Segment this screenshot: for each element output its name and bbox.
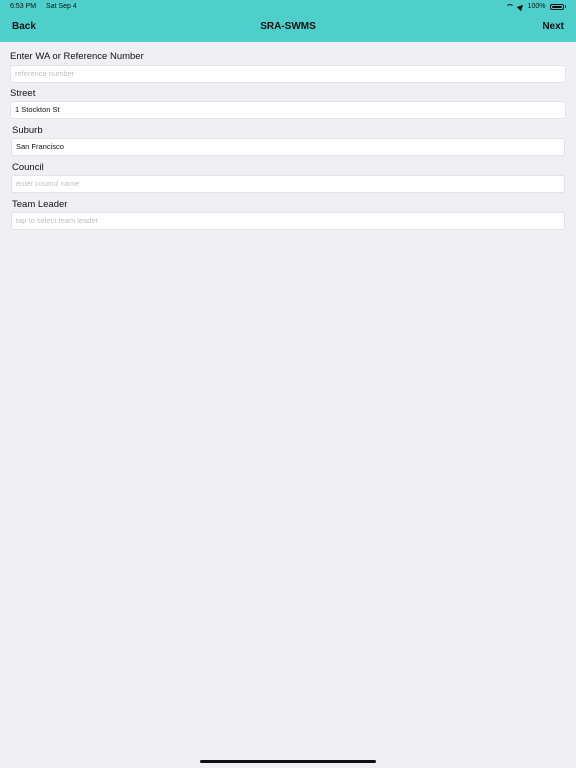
home-indicator[interactable] <box>200 760 376 763</box>
page-title: SRA-SWMS <box>260 21 316 32</box>
battery-percent: 100% <box>527 3 546 10</box>
reference-label: Enter WA or Reference Number <box>10 51 144 62</box>
suburb-input[interactable]: San Francisco <box>11 138 565 156</box>
council-input[interactable]: enter council name <box>11 175 565 193</box>
street-label: Street <box>10 88 36 99</box>
status-time: 6:53 PM <box>10 3 37 10</box>
council-label: Council <box>12 162 44 173</box>
battery-icon <box>549 3 564 10</box>
battery-tip-icon <box>564 5 566 8</box>
wifi-icon <box>505 3 514 10</box>
next-button[interactable]: Next <box>542 21 564 32</box>
status-bar: 6:53 PM Sat Sep 4 100% <box>0 0 576 14</box>
team-leader-picker[interactable]: tap to select team leader <box>11 212 565 230</box>
team-leader-label: Team Leader <box>12 199 68 210</box>
suburb-label: Suburb <box>12 125 43 136</box>
reference-number-input[interactable]: reference number <box>10 65 566 83</box>
street-input[interactable]: 1 Stockton St <box>10 101 566 119</box>
navigation-bar: 6:53 PM Sat Sep 4 100% Back SRA-SWMS Nex… <box>0 0 576 42</box>
status-date: Sat Sep 4 <box>46 3 77 10</box>
location-icon <box>516 2 525 11</box>
